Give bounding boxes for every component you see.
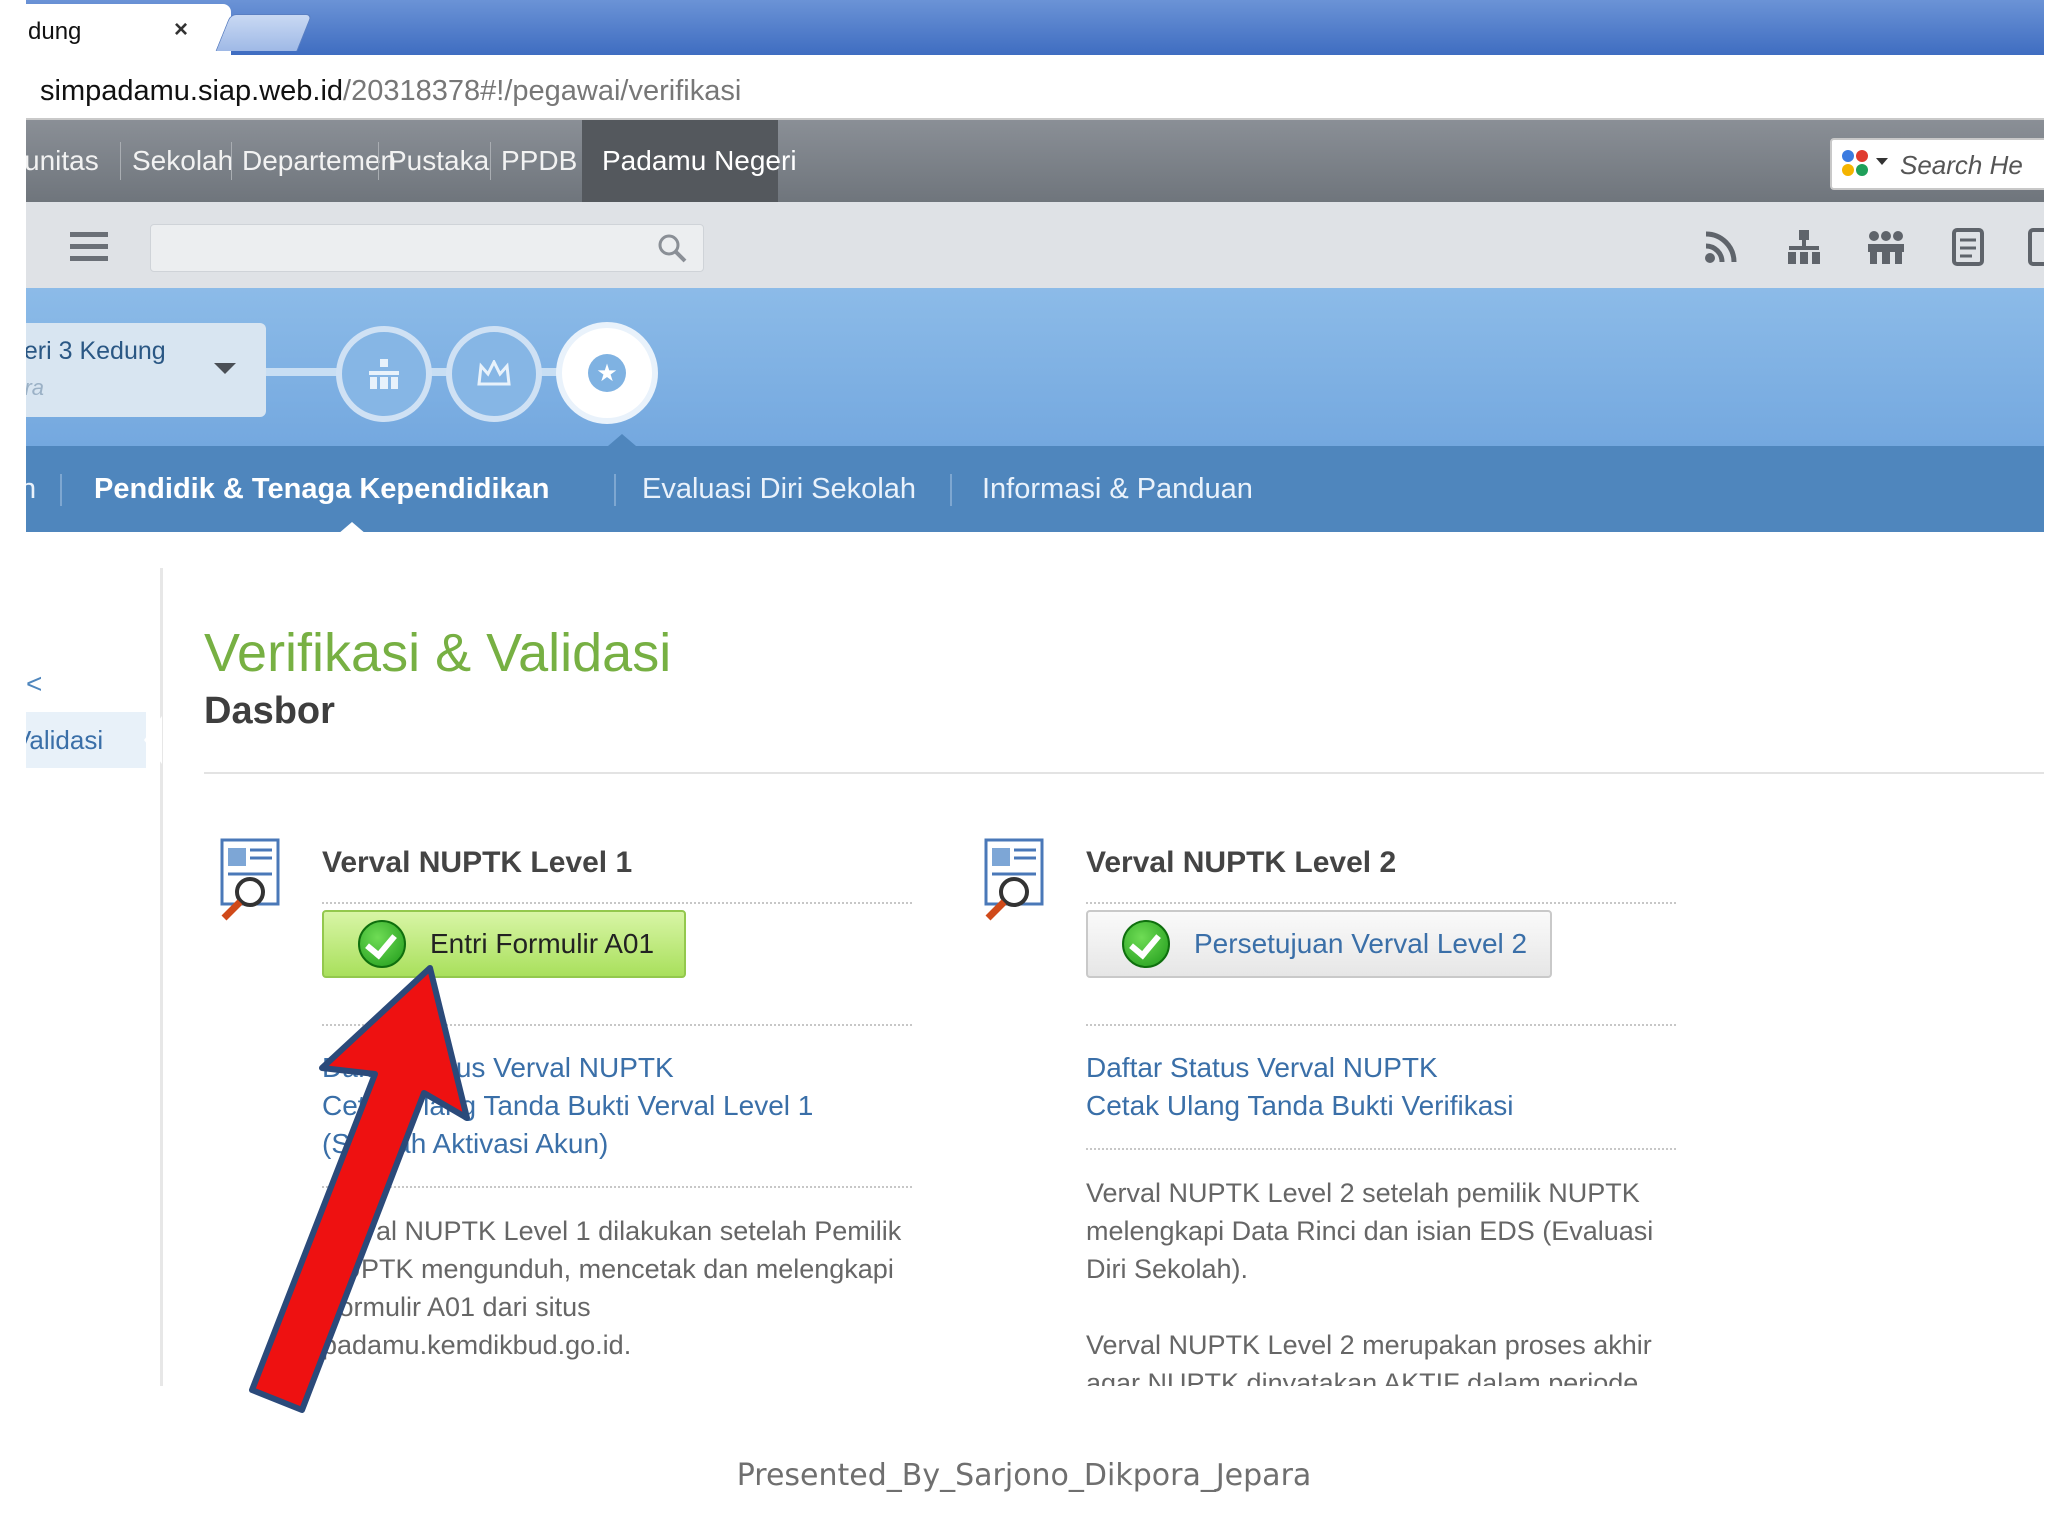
submenu-item-informasi[interactable]: Informasi & Panduan <box>982 446 1253 532</box>
school-name: geri 3 Kedung <box>26 337 166 365</box>
submenu-separator <box>950 474 952 506</box>
tab-title: dung <box>28 18 82 45</box>
card-verval-level-2: Verval NUPTK Level 2 Persetujuan Verval … <box>968 824 1708 1386</box>
presenter-credit: Presented_By_Sarjono_Dikpora_Jepara <box>736 1458 1312 1493</box>
crown-icon[interactable] <box>446 326 542 422</box>
active-menu-pointer <box>338 522 366 534</box>
document-search-icon <box>220 838 280 921</box>
list-icon[interactable] <box>70 232 108 262</box>
nav-item-komunitas[interactable]: unitas <box>26 120 119 202</box>
sitemap-icon[interactable] <box>1784 228 1824 266</box>
description-line: melengkapi Data Rinci dan isian EDS (Eva… <box>1086 1216 1654 1246</box>
address-bar[interactable]: simpadamu.siap.web.id/20318378#!/pegawai… <box>26 55 2044 120</box>
search-icon[interactable] <box>657 233 687 263</box>
main-content: Verifikasi & Validasi Dasbor Verval NUPT… <box>204 568 2044 1386</box>
page-icon[interactable] <box>2026 228 2044 266</box>
dotted-divider <box>1086 1024 1676 1026</box>
toolbar <box>26 202 2044 288</box>
dotted-divider <box>1086 1148 1676 1150</box>
nav-item-ppdb[interactable]: PPDB <box>481 120 597 202</box>
submenu-separator <box>614 474 616 506</box>
browser-tab[interactable]: dung × <box>26 4 231 55</box>
card-title: Verval NUPTK Level 2 <box>1086 846 1397 879</box>
new-tab-button[interactable] <box>215 14 313 51</box>
emblem-icon[interactable]: ★ <box>556 322 658 424</box>
description-line: agar NUPTK dinyatakan AKTIF dalam period… <box>1086 1368 1639 1386</box>
active-step-pointer <box>608 434 636 446</box>
close-icon[interactable]: × <box>174 16 188 44</box>
site-nav: unitas Sekolah Departemen Pustaka PPDB P… <box>26 120 2044 202</box>
people-icon[interactable] <box>1866 228 1906 266</box>
rss-icon[interactable] <box>1702 228 1742 266</box>
persetujuan-verval-level-2-button[interactable]: Persetujuan Verval Level 2 <box>1086 910 1552 978</box>
chevron-down-icon[interactable] <box>214 363 236 374</box>
site-search-box[interactable]: Search He <box>1830 138 2044 190</box>
sidebar: < Validasi <box>26 568 163 1386</box>
page-subtitle: Dasbor <box>204 690 335 732</box>
school-building-icon[interactable] <box>336 326 432 422</box>
submenu-item-eds[interactable]: Evaluasi Diri Sekolah <box>642 446 916 532</box>
submenu-separator <box>60 474 62 506</box>
nav-item-padamu-negeri[interactable]: Padamu Negeri <box>582 120 797 202</box>
url-path: /20318378#!/pegawai/verifikasi <box>343 75 742 107</box>
check-icon <box>1122 920 1170 968</box>
document-icon[interactable] <box>1948 228 1988 266</box>
document-search-icon <box>984 838 1044 921</box>
back-chevron-icon[interactable]: < <box>26 668 42 700</box>
url-host: simpadamu.siap.web.id <box>40 75 344 107</box>
description-line: Diri Sekolah). <box>1086 1254 1249 1284</box>
submenu-item-ptk[interactable]: Pendidik & Tenaga Kependidikan <box>94 446 550 532</box>
dotted-divider <box>1086 902 1676 904</box>
school-selector[interactable]: geri 3 Kedung para <box>26 323 266 417</box>
divider <box>204 772 2044 774</box>
link-daftar-status[interactable]: Daftar Status Verval NUPTK <box>1086 1052 1438 1084</box>
description-line: Verval NUPTK Level 2 merupakan proses ak… <box>1086 1330 1652 1360</box>
link-cetak-ulang-verifikasi[interactable]: Cetak Ulang Tanda Bukti Verifikasi <box>1086 1090 1514 1122</box>
button-label: Persetujuan Verval Level 2 <box>1194 928 1528 959</box>
submenu-item-prev[interactable]: n <box>26 446 36 532</box>
browser-tab-strip: dung × <box>26 0 2044 55</box>
red-arrow-annotation <box>249 965 470 1413</box>
sub-menu: n Pendidik & Tenaga Kependidikan Evaluas… <box>26 446 2044 534</box>
search-placeholder: Search He <box>1900 150 2023 180</box>
sidebar-active-pointer <box>144 716 162 764</box>
chevron-down-icon[interactable] <box>1876 158 1888 165</box>
sidebar-item-label: Validasi <box>26 725 104 755</box>
card-title: Verval NUPTK Level 1 <box>322 846 633 879</box>
sidebar-item-validasi[interactable]: Validasi <box>26 712 146 768</box>
search-input[interactable] <box>150 224 704 272</box>
dotted-divider <box>322 902 912 904</box>
url-text[interactable]: simpadamu.siap.web.id/20318378#!/pegawai… <box>40 75 741 108</box>
description-line: Verval NUPTK Level 2 setelah pemilik NUP… <box>1086 1178 1640 1208</box>
page-title: Verifikasi & Validasi <box>204 623 672 683</box>
school-subtitle: para <box>26 375 45 400</box>
school-banner: geri 3 Kedung para ★ <box>26 288 2044 446</box>
google-logo-icon <box>1842 150 1870 178</box>
